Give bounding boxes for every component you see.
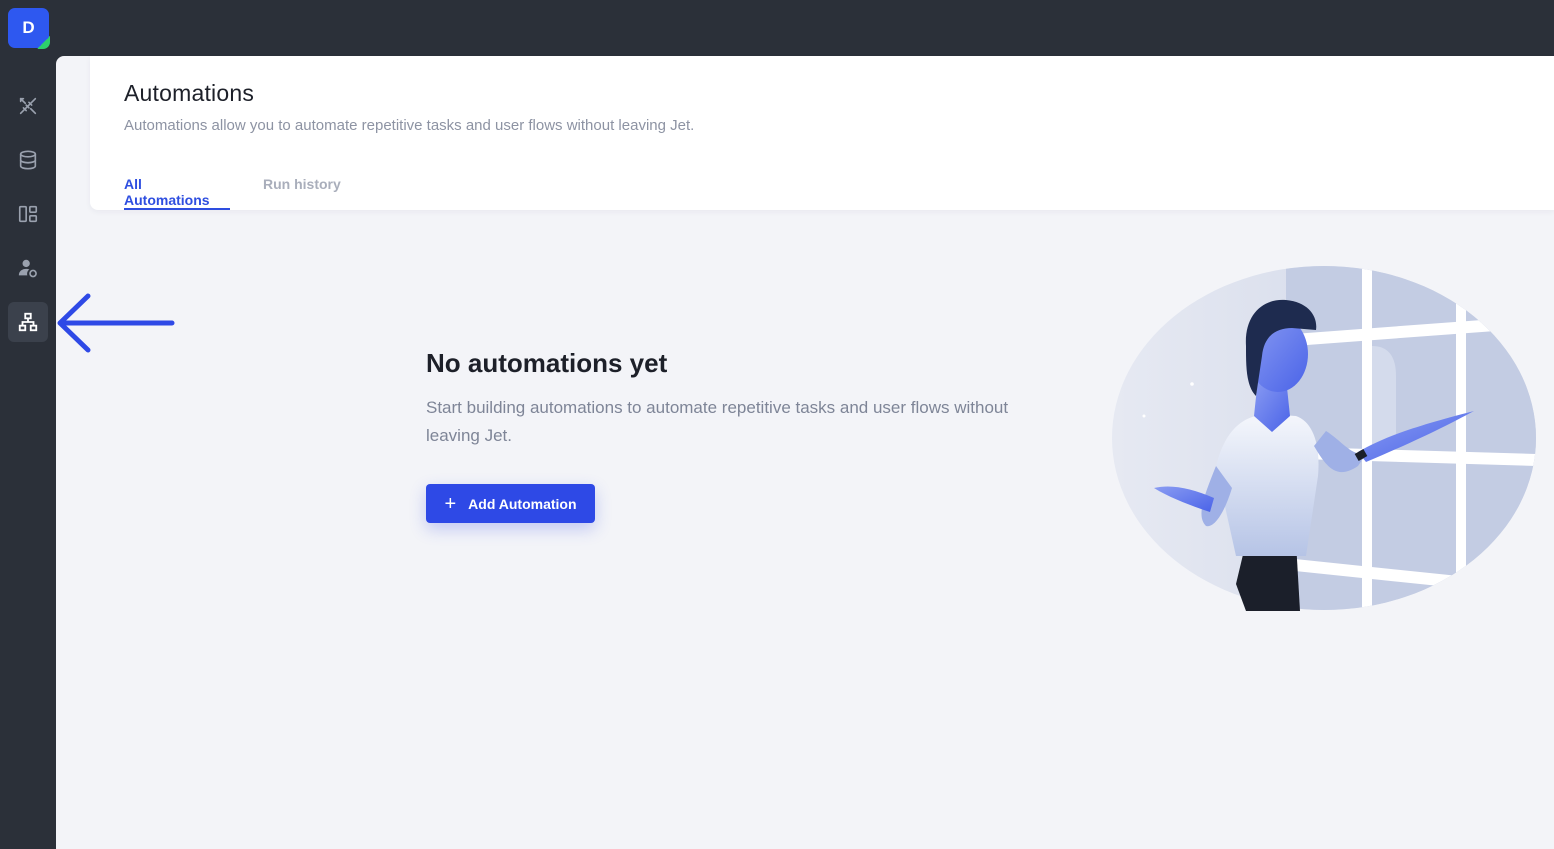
automations-icon xyxy=(18,312,38,332)
tab-all-automations[interactable]: All Automations xyxy=(124,176,230,210)
builder-icon xyxy=(19,97,37,115)
project-initial: D xyxy=(22,18,35,37)
main-content: Automations Automations allow you to aut… xyxy=(56,56,1554,849)
add-automation-button[interactable]: + Add Automation xyxy=(426,484,595,523)
page-subtitle: Automations allow you to automate repeti… xyxy=(124,117,695,134)
sidebar-item-data[interactable] xyxy=(8,140,48,180)
layout-icon xyxy=(18,205,38,223)
project-avatar[interactable]: D xyxy=(8,8,50,49)
tab-run-history[interactable]: Run history xyxy=(263,176,341,210)
empty-state-description: Start building automations to automate r… xyxy=(426,398,1009,445)
empty-state-illustration xyxy=(1112,266,1536,611)
sidebar-item-builder[interactable] xyxy=(8,86,48,126)
top-bar: D xyxy=(0,0,1554,56)
sidebar xyxy=(0,56,56,849)
sidebar-item-layout[interactable] xyxy=(8,194,48,234)
sidebar-item-users[interactable] xyxy=(8,248,48,288)
plus-icon: + xyxy=(444,492,457,515)
users-settings-icon xyxy=(18,259,37,278)
empty-state-title: No automations yet xyxy=(426,348,668,378)
page-header: Automations Automations allow you to aut… xyxy=(90,56,1554,210)
sidebar-item-automations[interactable] xyxy=(8,302,48,342)
annotation-arrow xyxy=(57,293,175,353)
database-icon xyxy=(19,150,37,170)
status-indicator xyxy=(37,36,50,49)
add-automation-label: Add Automation xyxy=(468,495,577,512)
page-title: Automations xyxy=(124,80,255,106)
